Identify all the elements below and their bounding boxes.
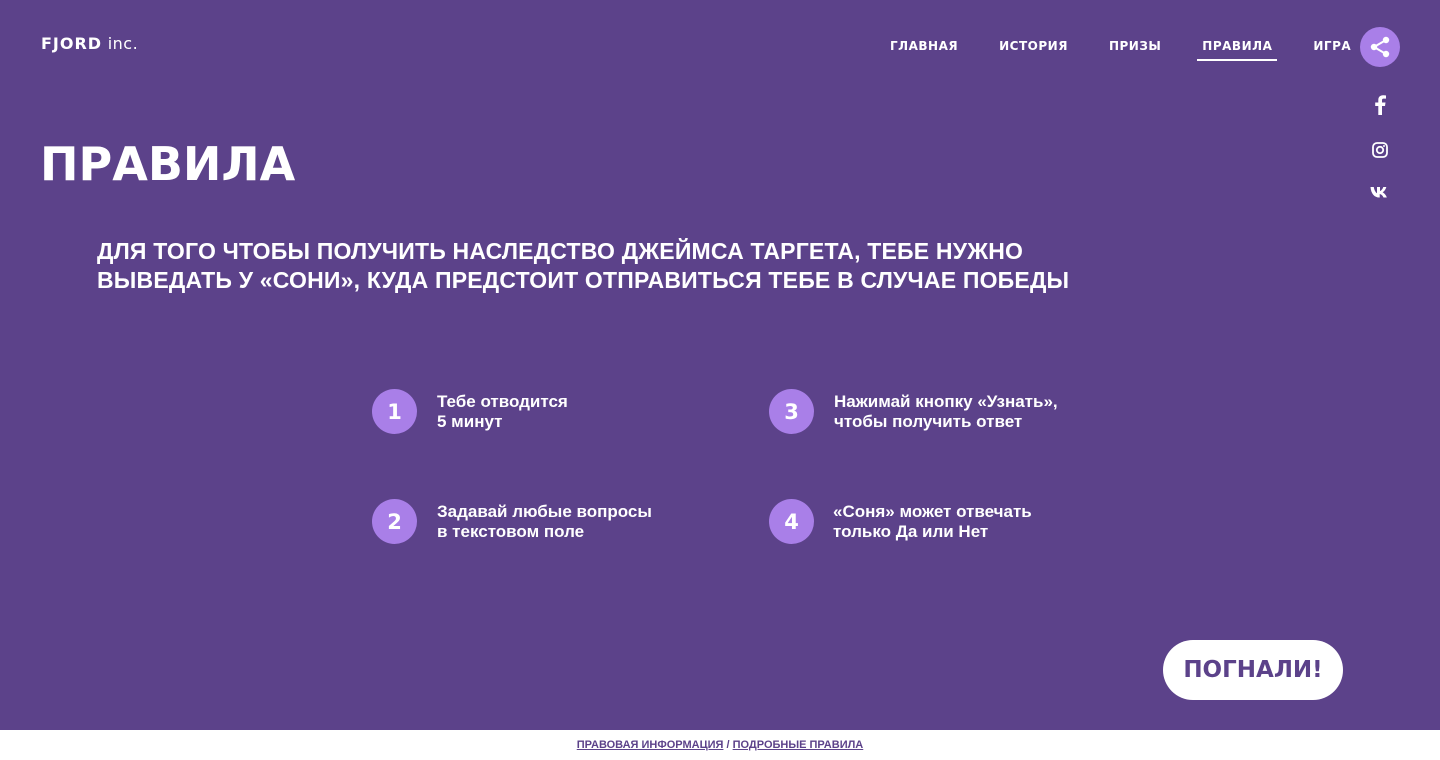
- rule-text-line: Тебе отводится: [437, 391, 568, 411]
- rule-item: 3 Нажимай кнопку «Узнать», чтобы получит…: [769, 389, 1094, 434]
- rule-text-line: чтобы получить ответ: [834, 411, 1023, 431]
- footer-separator: /: [723, 739, 733, 751]
- rule-text: Тебе отводится 5 минут: [437, 392, 697, 432]
- page-background: FJORD inc. ГЛАВНАЯ ИСТОРИЯ ПРИЗЫ ПРАВИЛА…: [0, 0, 1440, 730]
- main-nav: ГЛАВНАЯ ИСТОРИЯ ПРИЗЫ ПРАВИЛА ИГРА: [870, 36, 1356, 61]
- rule-text-line: в текстовом поле: [437, 521, 585, 541]
- rule-text: Задавай любые вопросы в текстовом поле: [437, 502, 697, 542]
- nav-item-prizes[interactable]: ПРИЗЫ: [1104, 36, 1166, 61]
- rule-text-line: 5 минут: [437, 411, 503, 431]
- nav-item-game[interactable]: ИГРА: [1308, 36, 1356, 61]
- share-icon: [1370, 36, 1390, 58]
- instagram-link[interactable]: [1366, 136, 1394, 164]
- start-game-button[interactable]: ПОГНАЛИ!: [1163, 640, 1343, 700]
- rule-number-badge: 3: [769, 389, 814, 434]
- rule-number-badge: 1: [372, 389, 417, 434]
- rule-text-line: Задавай любые вопросы: [437, 501, 652, 521]
- rule-number-badge: 4: [769, 499, 814, 544]
- legal-info-link[interactable]: ПРАВОВАЯ ИНФОРМАЦИЯ: [577, 739, 724, 751]
- rule-text-line: только Да или Нет: [833, 521, 989, 541]
- vk-icon: [1370, 187, 1387, 198]
- logo[interactable]: FJORD inc.: [41, 34, 138, 54]
- rule-number-badge: 2: [372, 499, 417, 544]
- page-title: ПРАВИЛА: [40, 137, 296, 191]
- rule-text: Нажимай кнопку «Узнать», чтобы получить …: [834, 392, 1094, 432]
- intro-text: ДЛЯ ТОГО ЧТОБЫ ПОЛУЧИТЬ НАСЛЕДСТВО ДЖЕЙМ…: [97, 238, 1070, 293]
- nav-item-history[interactable]: ИСТОРИЯ: [994, 36, 1073, 61]
- rule-item: 4 «Соня» может отвечать только Да или Не…: [769, 499, 1093, 544]
- instagram-icon: [1372, 142, 1388, 158]
- detailed-rules-link[interactable]: ПОДРОБНЫЕ ПРАВИЛА: [733, 739, 864, 751]
- nav-item-rules[interactable]: ПРАВИЛА: [1197, 36, 1278, 61]
- facebook-icon: [1375, 95, 1386, 115]
- footer: ПРАВОВАЯ ИНФОРМАЦИЯ / ПОДРОБНЫЕ ПРАВИЛА: [0, 730, 1440, 760]
- facebook-link[interactable]: [1366, 91, 1394, 119]
- vk-link[interactable]: [1366, 178, 1394, 206]
- rule-text-line: «Соня» может отвечать: [833, 501, 1032, 521]
- logo-suffix: inc.: [107, 34, 139, 53]
- logo-brand: FJORD: [41, 34, 103, 53]
- rule-item: 2 Задавай любые вопросы в текстовом поле: [372, 499, 697, 544]
- rule-text: «Соня» может отвечать только Да или Нет: [833, 502, 1093, 542]
- rule-item: 1 Тебе отводится 5 минут: [372, 389, 697, 434]
- share-button[interactable]: [1360, 27, 1400, 67]
- nav-item-home[interactable]: ГЛАВНАЯ: [885, 36, 963, 61]
- rule-text-line: Нажимай кнопку «Узнать»,: [834, 391, 1058, 411]
